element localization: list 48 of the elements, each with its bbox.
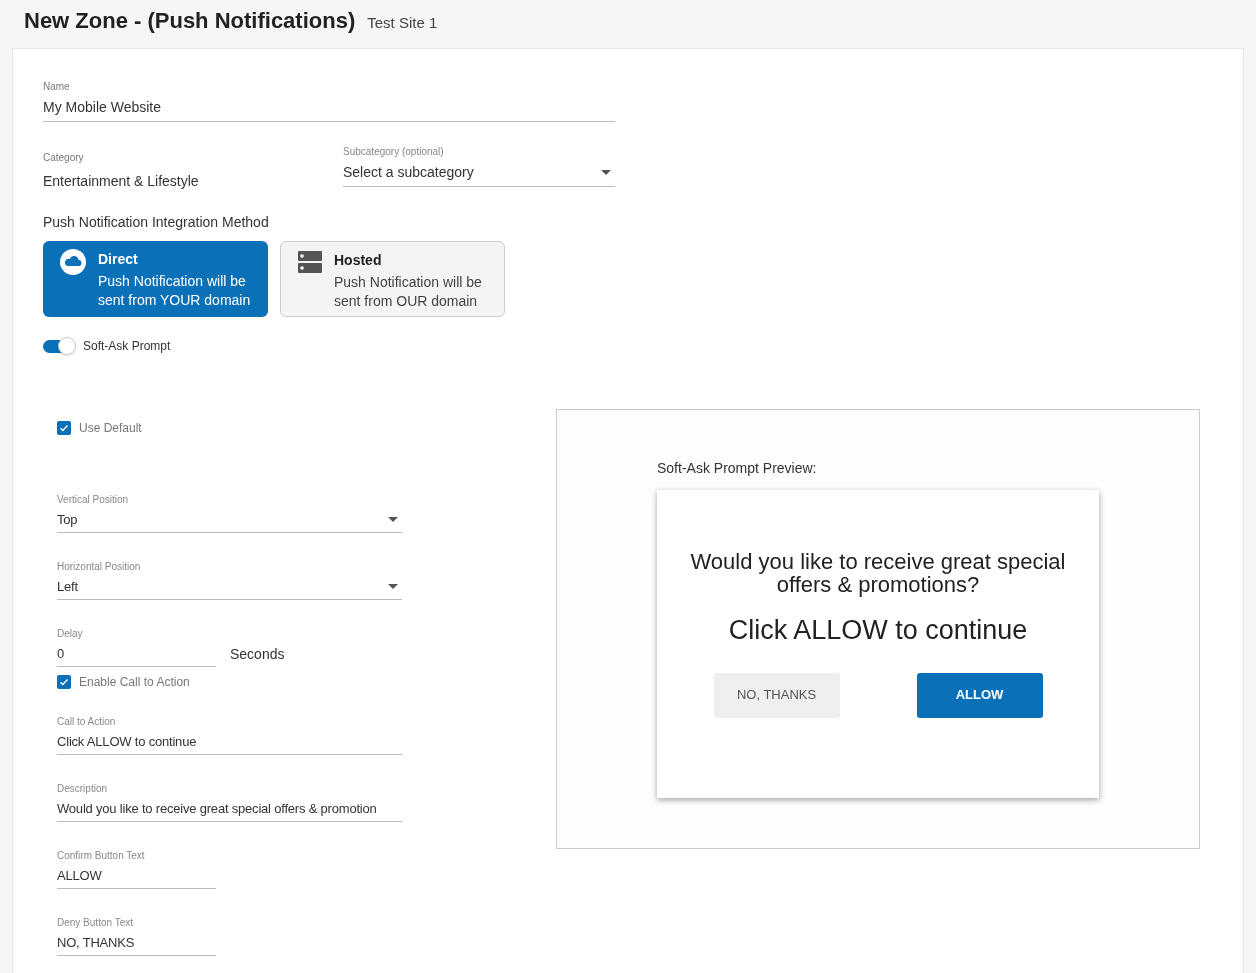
unit-label: Seconds — [230, 645, 285, 664]
field-label: Subcategory (optional) — [343, 145, 445, 159]
prompt-call-to-action: Click ALLOW to continue — [728, 614, 1028, 647]
select-field[interactable]: Top — [57, 506, 402, 533]
field-label: Confirm Button Text — [57, 848, 146, 863]
page-title: New Zone - (Push Notifications) — [24, 7, 356, 35]
option-title: Direct — [98, 250, 139, 269]
option-title: Hosted — [334, 251, 383, 270]
preview-label: Soft-Ask Prompt Preview: — [657, 460, 817, 476]
check-icon — [59, 677, 69, 687]
subcategory-select[interactable]: Select a subcategory — [343, 159, 615, 187]
integration-option[interactable]: Hosted Push Notification will be sent from OUR domain — [280, 241, 505, 317]
cloud-icon — [60, 249, 86, 275]
input-field[interactable]: NO, THANKS — [57, 929, 216, 956]
input-field[interactable]: ALLOW — [57, 862, 216, 889]
select-field[interactable]: Left — [57, 573, 402, 600]
confirm-button[interactable]: ALLOW — [916, 672, 1043, 718]
caret-icon — [601, 170, 611, 175]
input-field[interactable]: Would you like to receive great special offers & promotion — [57, 795, 402, 822]
name-field[interactable]: My Mobile Website — [43, 94, 615, 122]
category-value: Entertainment & Lifestyle — [43, 172, 200, 191]
field-label: Deny Button Text — [57, 915, 134, 930]
field-label: Name — [43, 80, 71, 94]
option-description: Push Notification will be sent from OUR domain — [334, 273, 483, 311]
field-label: Horizontal Position — [57, 559, 142, 574]
integration-option[interactable]: Direct Push Notification will be sent from YOUR domain — [43, 241, 268, 317]
input-field[interactable]: Click ALLOW to continue — [57, 728, 402, 755]
field-label: Description — [57, 781, 109, 796]
field-label: Delay — [57, 626, 84, 641]
prompt-title: Would you like to receive great special offers & promotions? — [689, 550, 1067, 596]
check-icon — [59, 423, 69, 433]
field-label: Vertical Position — [57, 492, 130, 507]
toggle-label: Soft-Ask Prompt — [83, 338, 171, 355]
field-label: Call to Action — [57, 714, 117, 729]
section-label: Push Notification Integration Method — [43, 213, 270, 232]
deny-button[interactable]: NO, THANKS — [713, 672, 840, 718]
toggle-switch[interactable] — [43, 339, 75, 353]
site-name: Test Site 1 — [367, 13, 438, 33]
checkbox-label: Enable Call to Action — [79, 674, 190, 691]
option-description: Push Notification will be sent from YOUR domain — [98, 272, 251, 310]
caret-icon — [388, 583, 398, 589]
field-label: Category — [43, 151, 85, 165]
server-icon — [298, 250, 322, 274]
caret-icon — [388, 516, 398, 522]
checkbox-label: Use Default — [79, 420, 142, 437]
checkbox[interactable] — [57, 421, 71, 435]
input-field[interactable]: 0 — [57, 640, 216, 667]
checkbox[interactable] — [57, 675, 71, 689]
